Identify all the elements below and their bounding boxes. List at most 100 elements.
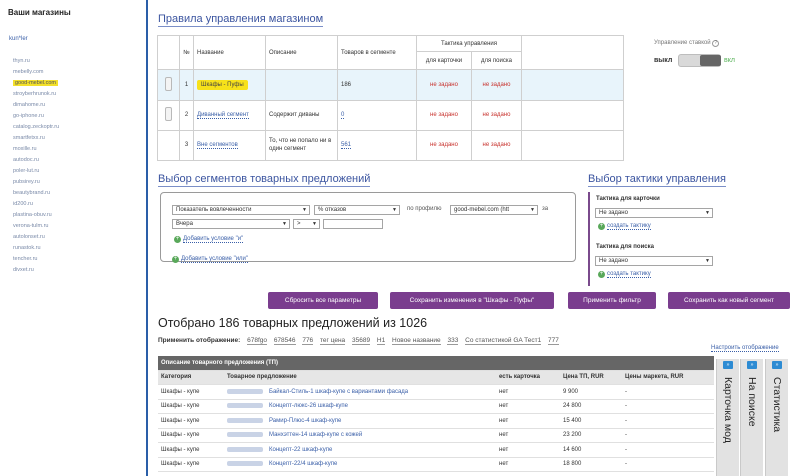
card-tactic-select[interactable]: Не задано ▼ (595, 208, 713, 218)
display-preset-chip[interactable]: 35689 (351, 337, 371, 345)
expand-arrow-icon[interactable]: » (772, 361, 782, 369)
create-search-tactic-link[interactable]: + создать тактику (598, 271, 651, 278)
rule-count[interactable]: 0 (341, 112, 345, 120)
shop-item[interactable]: stroyberhrunok.ru (13, 89, 59, 100)
card-tactic-label: Тактика для карточки (596, 196, 660, 202)
col-category[interactable]: Категория (158, 370, 224, 385)
measure-select[interactable]: % отказов ▼ (314, 205, 400, 215)
table-row[interactable]: Шкафы - купе Байкал-Стиль-1 шкаф-купе с … (158, 384, 714, 400)
expand-arrow-icon[interactable]: » (747, 361, 757, 369)
offer-link[interactable]: Рамир-Плюс-4 шкаф-купе (269, 418, 341, 424)
save-changes-button[interactable]: Сохранить изменения в "Шкафы - Пуфы" (390, 292, 554, 309)
bid-toggle[interactable] (678, 54, 721, 67)
shop-item[interactable]: autodoc.ru (13, 155, 59, 166)
expand-arrow-icon[interactable]: » (723, 361, 733, 369)
shop-item[interactable]: autolonset.ru (13, 232, 59, 243)
shop-item[interactable]: mebelly.com (13, 67, 59, 78)
offer-link[interactable]: Концепт-22 шкаф-купе (269, 447, 332, 453)
shop-item-active[interactable]: good-mebel.com (13, 78, 59, 89)
col-price[interactable]: Цена ТП, RUR (560, 370, 622, 385)
period-select[interactable]: Вчера ▼ (172, 219, 290, 229)
offer-link[interactable]: Концепт-люкс-26 шкаф-купе (269, 403, 348, 409)
add-and-condition-link[interactable]: + Добавить условие "и" (174, 236, 244, 243)
sidebar-title: Ваши магазины (8, 8, 71, 17)
apply-filter-button[interactable]: Применить фильтр (568, 292, 656, 309)
shop-item[interactable]: moxille.ru (13, 144, 59, 155)
rule-count: 186 (337, 69, 417, 101)
toggle-on-label: вкл (724, 57, 735, 64)
display-preset-chip[interactable]: 678fgo (247, 337, 267, 345)
chevron-down-icon: ▼ (302, 207, 307, 213)
shop-item[interactable]: smartfetxx.ru (13, 133, 59, 144)
user-link[interactable]: kun*ler (9, 36, 28, 42)
rule-row[interactable]: 3 Вне сегментов То, что не попало ни в о… (157, 129, 624, 162)
rule-count[interactable]: 561 (341, 142, 352, 150)
table-row[interactable]: Шкафы - купе Концепт-люкс-26 шкаф-купе н… (158, 399, 714, 414)
sidebar: Ваши магазины kun*ler thyn.ru mebelly.co… (0, 0, 148, 476)
col-has-card[interactable]: есть карточка (496, 370, 560, 385)
shop-item[interactable]: pubsirey.ru (13, 177, 59, 188)
shop-item[interactable]: plastina-obuv.ru (13, 210, 59, 221)
toggle-off-label: выкл (654, 57, 673, 64)
profile-select[interactable]: good-mebel.com (htt ▼ (450, 205, 538, 215)
rules-table: № Название Описание Товаров в сегменте Т… (157, 34, 624, 162)
table-row[interactable]: Шкафы - купе Манхэттен-14 шкаф-купе с ко… (158, 428, 714, 443)
value-input[interactable] (323, 219, 383, 229)
offer-link[interactable]: Концепт-22/4 шкаф-купе (269, 461, 337, 467)
shop-item[interactable]: beautybrand.ru (13, 188, 59, 199)
col-offer[interactable]: Товарное предложение (224, 370, 496, 385)
display-preset-chip[interactable]: Со статистикой GA Тест1 (465, 337, 542, 345)
display-preset-chip[interactable]: тег цена (320, 337, 346, 345)
shop-item[interactable]: dimahome.ru (13, 100, 59, 111)
rule-name[interactable]: Вне сегментов (197, 142, 238, 150)
help-icon[interactable]: ? (712, 40, 720, 47)
plus-icon: + (172, 256, 179, 263)
panel-on-search[interactable]: » На поиске (740, 359, 763, 476)
chevron-down-icon: ▼ (705, 210, 710, 216)
table-row[interactable]: Шкафы - купе Концепт-22 шкаф-купе нет 14… (158, 442, 714, 458)
create-card-tactic-link[interactable]: + создать тактику (598, 223, 651, 230)
chevron-down-icon: ▼ (392, 207, 397, 213)
display-preset-chip[interactable]: H1 (376, 337, 386, 345)
shop-item[interactable]: go-iphone.ru (13, 111, 59, 122)
rule-row[interactable]: 2 Диванный сегмент Содержит диваны 0 не … (157, 99, 624, 131)
metric-select[interactable]: Показатель вовлеченности ▼ (172, 205, 310, 215)
col-search: для поиска (471, 51, 522, 71)
save-new-segment-button[interactable]: Сохранить как новый сегмент (668, 292, 790, 309)
shop-item[interactable]: id200.ru (13, 199, 59, 210)
col-desc: Описание (265, 34, 338, 71)
operator-select[interactable]: > ▼ (293, 219, 320, 229)
add-or-condition-link[interactable]: + Добавить условие "или" (172, 256, 249, 263)
rule-row[interactable]: 1 Шкафы - Пуфы 186 не задано не задано (157, 69, 624, 101)
shop-item[interactable]: divxet.ru (13, 265, 59, 276)
panel-statistics[interactable]: » Статистика (765, 359, 788, 476)
rule-name[interactable]: Шкафы - Пуфы (197, 79, 248, 90)
shop-item[interactable]: catalog.zeckoptr.ru (13, 122, 59, 133)
offers-table: Описание товарного предложения (ТП) Кате… (158, 356, 714, 472)
shop-item[interactable]: thyn.ru (13, 56, 59, 67)
display-preset-chip[interactable]: 777 (548, 337, 559, 345)
offer-link[interactable]: Манхэттен-14 шкаф-купе с кожей (269, 432, 362, 438)
drag-handle-icon[interactable] (165, 107, 172, 122)
offer-link[interactable]: Байкал-Стиль-1 шкаф-купе с вариантами фа… (269, 389, 408, 395)
display-preset-chip[interactable]: 678546 (273, 337, 296, 345)
display-preset-chip[interactable]: 776 (302, 337, 314, 345)
shop-item[interactable]: poler-lut.ru (13, 166, 59, 177)
toggle-knob[interactable] (700, 55, 721, 66)
panel-card-model[interactable]: » Карточка мод (716, 359, 739, 476)
shop-item[interactable]: verona-tulm.ru (13, 221, 59, 232)
col-market-price[interactable]: Цены маркета, RUR (622, 370, 714, 385)
search-tactic-select[interactable]: Не задано ▼ (595, 256, 713, 266)
display-preset-chip[interactable]: Новое название (392, 337, 441, 345)
offer-description-band: Описание товарного предложения (ТП) (158, 356, 714, 371)
configure-display-link[interactable]: Настроить отображение (711, 345, 779, 352)
shop-item[interactable]: runastok.ru (13, 243, 59, 254)
display-preset-chip[interactable]: 333 (447, 337, 459, 345)
rule-name[interactable]: Диванный сегмент (197, 112, 249, 120)
reset-button[interactable]: Сбросить все параметры (268, 292, 378, 309)
col-tactic: Тактика управления (416, 34, 522, 53)
drag-handle-icon[interactable] (165, 76, 172, 91)
shop-item[interactable]: tencher.ru (13, 254, 59, 265)
table-row[interactable]: Шкафы - купе Рамир-Плюс-4 шкаф-купе нет … (158, 413, 714, 429)
table-row[interactable]: Шкафы - купе Концепт-22/4 шкаф-купе нет … (158, 457, 714, 472)
